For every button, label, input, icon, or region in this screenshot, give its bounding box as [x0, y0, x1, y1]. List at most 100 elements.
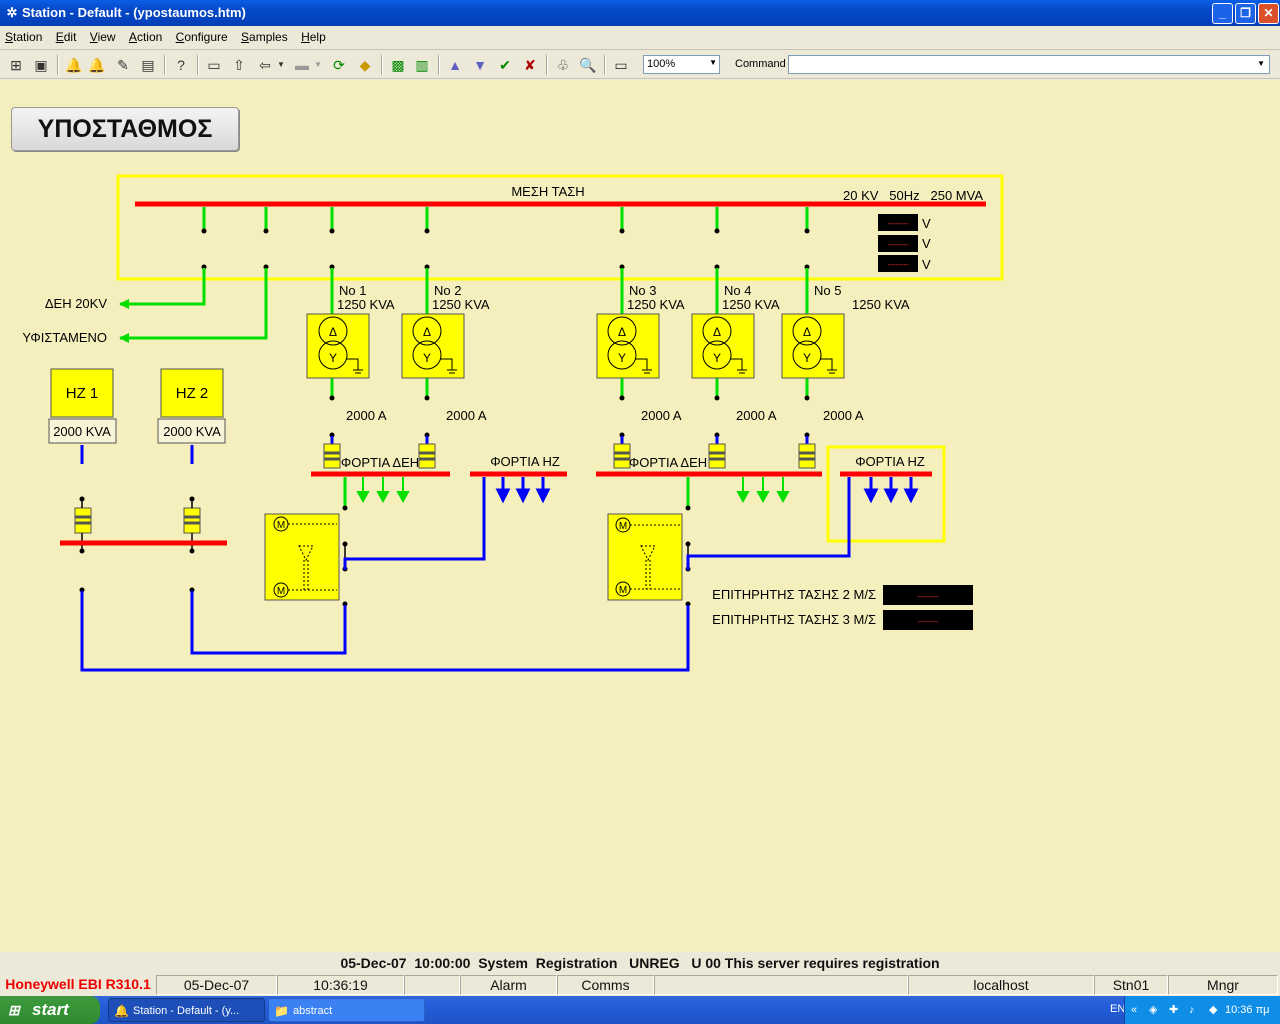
substation-one-line-diagram: ΜΕΣΗ ΤΑΣΗ 20 KV 50Hz 250 MVA -------- V … — [22, 174, 1004, 672]
start-button[interactable]: ⊞ start — [0, 996, 100, 1024]
menu-station[interactable]: Station — [0, 26, 47, 44]
generator-hz2-rating: 2000 KVA — [163, 424, 221, 439]
magnifier-icon[interactable]: 🔍 — [577, 54, 599, 76]
transformer-1-current: 2000 A — [346, 408, 387, 423]
hierarchy-icon[interactable]: ⊞ — [5, 54, 27, 76]
tray-expand-icon[interactable]: « — [1131, 996, 1137, 1024]
check-icon[interactable]: ✔ — [494, 54, 516, 76]
display-icon[interactable]: ▣ — [30, 54, 52, 76]
command-input[interactable]: ▼ — [788, 55, 1270, 74]
page-icon[interactable]: ▭ — [203, 54, 225, 76]
lv-bus-dei-2-label: ΦΟΡΤΙΑ ΔΕΗ — [629, 455, 707, 470]
voltage-unit-3: V — [922, 257, 931, 272]
taskbar-item-station[interactable]: 🔔 Station - Default - (y... — [108, 998, 265, 1022]
alarm-indicator[interactable]: Alarm — [460, 975, 557, 995]
toolbar-separator — [604, 55, 606, 75]
generator-hz1[interactable]: HZ 1 — [50, 368, 114, 418]
transformer-4-name: No 4 — [724, 283, 751, 298]
folder-icon[interactable]: ▬ — [291, 54, 313, 76]
refresh-icon[interactable]: ⟳ — [328, 54, 350, 76]
diamond-icon[interactable]: ◆ — [354, 54, 376, 76]
toolbar-separator — [546, 55, 548, 75]
language-indicator[interactable]: EN — [1110, 1003, 1125, 1015]
voltage-monitor-2-value: -------- — [917, 592, 939, 601]
transformer-3[interactable]: Δ Y — [596, 313, 660, 379]
back-icon[interactable]: ⇦ — [254, 54, 276, 76]
transformer-3-current: 2000 A — [641, 408, 682, 423]
menu-help[interactable]: Help — [296, 26, 331, 44]
find-point-icon[interactable]: ♧ — [552, 54, 574, 76]
generator-hz2-name: HZ 2 — [176, 385, 209, 402]
alarm-bell-icon[interactable]: 🔔 — [63, 54, 85, 76]
comms-indicator[interactable]: Comms — [557, 975, 654, 995]
chevron-down-icon[interactable]: ▼ — [709, 58, 717, 67]
back-dropdown-icon[interactable]: ▼ — [275, 54, 287, 76]
station-app-icon[interactable]: ✲ — [4, 5, 20, 21]
window-title: Station - Default - (ypostaumos.htm) — [22, 5, 246, 20]
taskbar-item-abstract[interactable]: 📁 abstract — [268, 998, 425, 1022]
status-time: 10:36:19 — [277, 975, 404, 995]
voltage-monitor-3-label: ΕΠΙΤΗΡΗΤΗΣ ΤΑΣΗΣ 3 Μ/Σ — [712, 612, 876, 627]
close-button[interactable]: ✕ — [1258, 3, 1279, 24]
breaker-dots — [201, 228, 810, 270]
cancel-icon[interactable]: ✘ — [519, 54, 541, 76]
ats-panel-2[interactable]: M M — [607, 513, 683, 601]
generator-distribution-lines — [80, 477, 851, 672]
generator-outputs — [80, 445, 194, 464]
toolbar: ⊞ ▣ 🔔 🔔 ✎ ▤ ? ▭ ⇧ ⇦ ▼ ▬ ▼ ⟳ ◆ ▩ ▥ ▲ ▼ ✔ … — [0, 51, 1280, 79]
menu-view[interactable]: View — [85, 26, 121, 44]
voltage-value-1: -------- — [887, 219, 909, 228]
delta-winding-symbol: Δ — [713, 325, 721, 339]
maximize-button[interactable]: ❐ — [1235, 3, 1256, 24]
mv-feeder-stubs — [202, 207, 809, 230]
menu-action[interactable]: Action — [124, 26, 167, 44]
folder-dropdown-icon[interactable]: ▼ — [312, 54, 324, 76]
tray-clock[interactable]: 10:36 πμ — [1225, 996, 1270, 1024]
wye-winding-symbol: Y — [618, 351, 626, 365]
menu-samples[interactable]: Samples — [236, 26, 293, 44]
arrow-up-icon[interactable]: ▲ — [444, 54, 466, 76]
minimize-button[interactable]: _ — [1212, 3, 1233, 24]
alarm-summary-icon[interactable]: 🔔 — [86, 54, 108, 76]
system-tray: « ◈ ✚ ♪ ◆ 10:36 πμ — [1124, 996, 1280, 1024]
generator-hz2[interactable]: HZ 2 — [160, 368, 224, 418]
menu-configure[interactable]: Configure — [171, 26, 233, 44]
transformer-5[interactable]: Δ Y — [781, 313, 845, 379]
wye-winding-symbol: Y — [803, 351, 811, 365]
window-titlebar[interactable]: ✲ Station - Default - (ypostaumos.htm) _… — [0, 0, 1280, 26]
up-page-icon[interactable]: ⇧ — [228, 54, 250, 76]
notes-icon[interactable]: ✎ — [112, 54, 134, 76]
volume-icon[interactable]: ♪ — [1189, 996, 1195, 1024]
display-canvas: ΥΠΟΣΤΑΘΜΟΣ ΜΕΣΗ ΤΑΣΗ 20 KV 50Hz 250 MVA … — [0, 80, 1280, 952]
ats-panel-1[interactable]: M M — [264, 513, 340, 601]
bell-icon: 🔔 — [114, 1004, 129, 1018]
transformer-1[interactable]: Δ Y — [306, 313, 370, 379]
transformer-5-name: No 5 — [814, 283, 841, 298]
alarm-line[interactable]: 05-Dec-07 10:00:00 System Registration U… — [0, 955, 1280, 971]
dei-feeder-line[interactable] — [119, 268, 206, 309]
transformer-5-current: 2000 A — [823, 408, 864, 423]
arrow-down-icon[interactable]: ▼ — [469, 54, 491, 76]
voltage-value-2: -------- — [887, 240, 909, 249]
existing-feeder-label: ΥΦΙΣΤΑΜΕΝΟ — [22, 330, 107, 345]
security-icon[interactable]: ✚ — [1169, 996, 1178, 1024]
generator-hz1-name: HZ 1 — [66, 385, 99, 402]
transformer-2[interactable]: Δ Y — [401, 313, 465, 379]
toolbar-separator — [197, 55, 199, 75]
lv-bus-dei-1-label: ΦΟΡΤΙΑ ΔΕΗ — [341, 455, 419, 470]
toolbar-separator — [381, 55, 383, 75]
gen-breakers[interactable] — [74, 507, 201, 534]
network-icon[interactable]: ◈ — [1149, 996, 1157, 1024]
report-icon[interactable]: ▤ — [137, 54, 159, 76]
chevron-down-icon[interactable]: ▼ — [1257, 59, 1265, 68]
tray-app-icon[interactable]: ◆ — [1209, 996, 1217, 1024]
wye-winding-symbol: Y — [423, 351, 431, 365]
transformer-4[interactable]: Δ Y — [691, 313, 755, 379]
bar-chart-icon[interactable]: ▥ — [411, 54, 433, 76]
status-station: Stn01 — [1094, 975, 1168, 995]
help-icon[interactable]: ? — [170, 54, 192, 76]
menu-edit[interactable]: Edit — [51, 26, 82, 44]
trend-icon[interactable]: ▩ — [387, 54, 409, 76]
zoom-select[interactable]: 100% ▼ — [643, 55, 720, 74]
camera-icon[interactable]: ▭ — [610, 54, 632, 76]
